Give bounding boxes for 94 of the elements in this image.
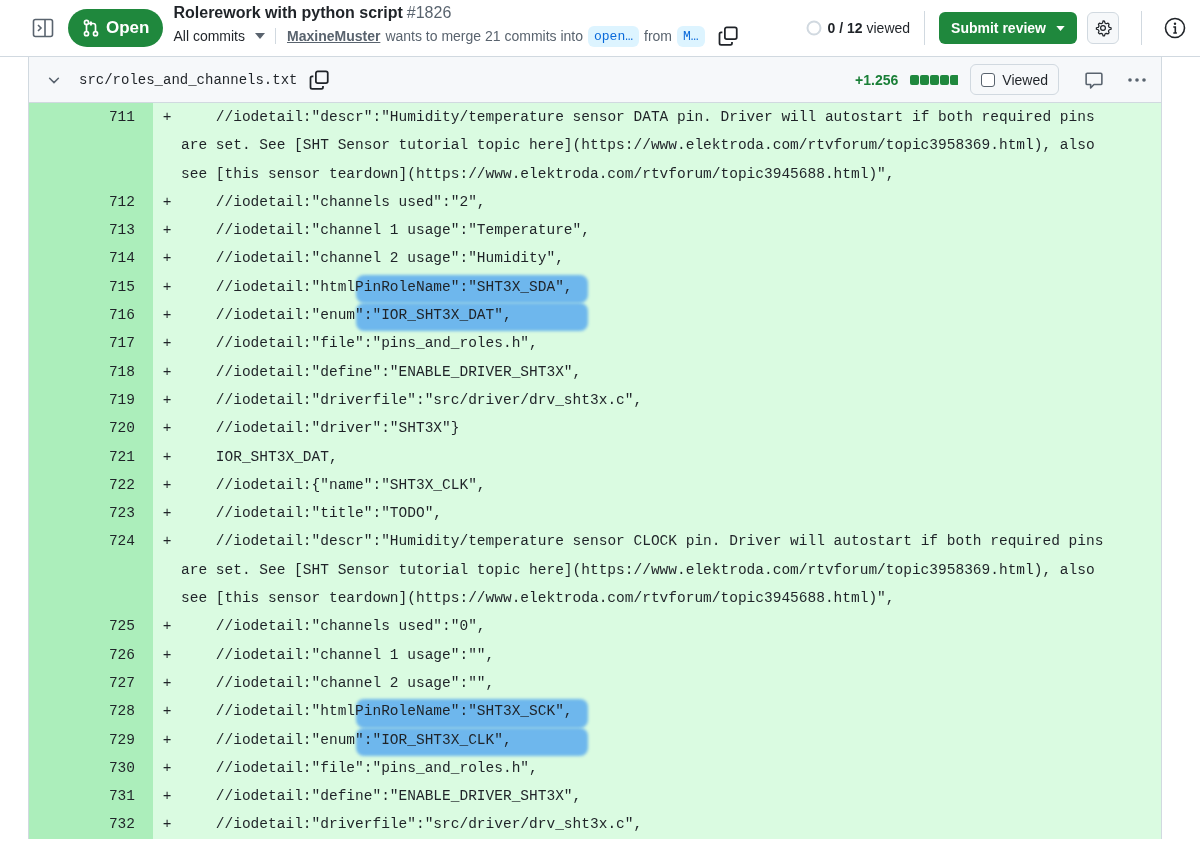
comment-icon[interactable] — [1085, 70, 1103, 89]
line-number: 723 — [29, 499, 153, 528]
code-line: //iodetail:"channels used":"2", — [214, 193, 486, 210]
code-line: //iodetail:"channel 1 usage":"", — [214, 646, 495, 663]
caret-icon — [1056, 25, 1065, 31]
line-number: 714 — [29, 244, 153, 273]
addition-sign: + — [162, 448, 172, 465]
author-link[interactable]: MaxineMuster — [287, 28, 381, 44]
commits-dropdown[interactable]: All commits — [173, 28, 276, 44]
head-branch-label[interactable]: M… — [677, 25, 705, 47]
settings-button[interactable] — [1087, 12, 1119, 44]
diffstat-icon — [910, 74, 959, 85]
line-number: 721 — [29, 442, 153, 471]
code-line: //iodetail:"channel 1 usage":"Temperature", — [214, 222, 590, 239]
line-number: 712 — [29, 187, 153, 217]
addition-sign: + — [162, 816, 172, 833]
addition-sign: + — [162, 420, 172, 437]
addition-sign: + — [162, 250, 172, 267]
code-line: //iodetail:"define":"ENABLE_DRIVER_SHT3X", — [214, 363, 582, 380]
addition-sign: + — [162, 476, 172, 493]
line-number: 724 — [29, 527, 153, 613]
line-number: 726 — [29, 640, 153, 669]
addition-sign: + — [162, 363, 172, 380]
sidebar-toggle-icon[interactable] — [32, 18, 54, 38]
line-number: 719 — [29, 385, 153, 415]
additions-count: +1.256 — [855, 71, 899, 88]
code-line: //iodetail:"driverfile":"src/driver/drv_sht3x.c", — [214, 816, 643, 833]
addition-sign: + — [162, 307, 172, 324]
info-icon[interactable] — [1164, 17, 1186, 39]
line-number: 722 — [29, 470, 153, 500]
pr-number: #1826 — [406, 3, 452, 21]
addition-sign: + — [162, 731, 172, 748]
code-line: //iodetail:"title":"TODO", — [214, 505, 443, 522]
base-branch-label[interactable]: open… — [588, 25, 640, 47]
addition-sign: + — [162, 759, 172, 776]
code-line: //iodetail:{"name":"SHT3X_CLK", — [214, 476, 486, 493]
code-line: //iodetail:"descr":"Humidity/temperature sensor DATA pin. Driver will autostart if both required pins are set. See [SHT Sensor tutorial topic here](https://www.elektroda.com/rtvforum/topic3958369.html), also see [this sensor teardown](https://www.elektroda.com/rtvforum/topic3945688.html)", — [181, 109, 1096, 182]
addition-sign: + — [162, 533, 172, 550]
line-number: 725 — [29, 612, 153, 641]
code-line: //iodetail:"driver":"SHT3X"} — [214, 420, 460, 437]
code-line: IOR_SHT3X_DAT, — [214, 448, 338, 465]
gear-icon — [1094, 19, 1112, 37]
addition-sign: + — [162, 335, 172, 352]
code-line: //iodetail:"enum":"IOR_SHT3X_CLK", — [214, 731, 512, 748]
line-number: 715 — [29, 272, 153, 302]
copy-icon[interactable] — [717, 26, 738, 46]
addition-sign: + — [162, 193, 172, 210]
line-number: 731 — [29, 782, 153, 811]
line-number: 727 — [29, 668, 153, 698]
code-line: //iodetail:"define":"ENABLE_DRIVER_SHT3X", — [214, 788, 582, 805]
pr-title: Rolerework with python script — [173, 3, 403, 21]
line-number: 728 — [29, 697, 153, 726]
line-number: 732 — [29, 810, 153, 839]
line-number: 711 — [29, 103, 153, 188]
viewed-count: 0 / 12 viewed — [827, 20, 911, 36]
more-options-icon[interactable] — [1127, 76, 1147, 83]
viewed-checkbox[interactable] — [981, 72, 996, 87]
progress-circle-icon — [805, 20, 822, 36]
code-line: //iodetail:"driverfile":"src/driver/drv_sht3x.c", — [214, 391, 643, 408]
addition-sign: + — [162, 391, 172, 408]
line-number: 716 — [29, 301, 153, 330]
line-number: 720 — [29, 414, 153, 443]
addition-sign: + — [162, 222, 172, 239]
status-badge[interactable]: Open — [68, 9, 164, 47]
code-line: //iodetail:"file":"pins_and_roles.h", — [214, 335, 538, 352]
code-line: //iodetail:"htmlPinRoleName":"SHT3X_SCK", — [214, 703, 573, 720]
line-number: 730 — [29, 753, 153, 783]
file-path: src/roles_and_channels.txt — [79, 71, 298, 88]
code-line: //iodetail:"channels used":"0", — [214, 618, 486, 635]
line-number: 729 — [29, 725, 153, 754]
code-line: //iodetail:"channel 2 usage":"Humidity", — [214, 250, 564, 267]
addition-sign: + — [162, 278, 172, 295]
addition-sign: + — [162, 674, 172, 691]
addition-sign: + — [162, 788, 172, 805]
caret-icon — [255, 33, 265, 39]
line-number: 717 — [29, 329, 153, 358]
addition-sign: + — [162, 618, 172, 635]
copy-icon[interactable] — [309, 69, 330, 90]
code-line: //iodetail:"descr":"Humidity/temperature sensor CLOCK pin. Driver will autostart if both required pins are set. See [SHT Sensor tutorial topic here](https://www.elektroda.com/rtvforum/topic3958369.html), also see [this sensor teardown](https://www.elektroda.com/rtvforum/topic3945688.html)", — [181, 533, 1105, 607]
code-line: //iodetail:"channel 2 usage":"", — [214, 674, 495, 691]
submit-review-button[interactable]: Submit review — [939, 12, 1077, 44]
merge-text: wants to merge 21 commits into — [385, 28, 583, 44]
addition-sign: + — [162, 703, 172, 720]
addition-sign: + — [162, 646, 172, 663]
from-text: from — [644, 28, 673, 44]
line-number: 718 — [29, 357, 153, 386]
viewed-button[interactable]: Viewed — [970, 64, 1059, 95]
pull-request-icon — [82, 19, 100, 37]
line-number: 713 — [29, 216, 153, 245]
code-line: //iodetail:"enum":"IOR_SHT3X_DAT", — [214, 307, 512, 324]
addition-sign: + — [162, 505, 172, 522]
addition-sign: + — [162, 109, 172, 125]
code-line: //iodetail:"file":"pins_and_roles.h", — [214, 759, 538, 776]
code-line: //iodetail:"htmlPinRoleName":"SHT3X_SDA", — [214, 278, 573, 295]
